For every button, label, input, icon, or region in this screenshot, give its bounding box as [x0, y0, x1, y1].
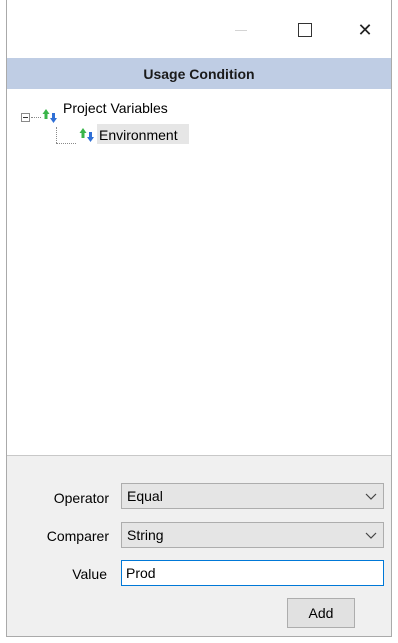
variable-icon: [79, 128, 94, 142]
close-icon: ✕: [357, 19, 373, 40]
operator-label: Operator: [53, 490, 109, 506]
variables-icon: [42, 109, 57, 123]
value-input[interactable]: [122, 561, 370, 585]
comparer-label: Comparer: [46, 528, 109, 544]
variables-tree[interactable]: Project Variables Environment: [7, 89, 391, 456]
tree-collapse-toggle[interactable]: [21, 113, 30, 122]
panel-header: Usage Condition: [7, 58, 391, 89]
operator-value: Equal: [127, 488, 163, 504]
value-field-box: [121, 560, 384, 586]
add-button-label: Add: [308, 605, 334, 621]
maximize-icon: [298, 23, 312, 37]
comparer-dropdown[interactable]: String: [121, 522, 384, 548]
comparer-value: String: [127, 527, 164, 543]
title-bar: ✕: [7, 0, 391, 58]
tree-connector: [56, 127, 57, 143]
panel-header-title: Usage Condition: [143, 65, 255, 82]
minimize-button[interactable]: [223, 12, 259, 48]
tree-connector: [56, 143, 76, 144]
maximize-button[interactable]: [287, 12, 323, 48]
chevron-down-icon: [365, 532, 377, 539]
tree-node-label: Project Variables: [63, 100, 168, 116]
usage-condition-window: ✕ Usage Condition Project Variables Envi…: [6, 0, 392, 637]
chevron-down-icon: [365, 493, 377, 500]
minimize-icon: [235, 29, 247, 31]
operator-dropdown[interactable]: Equal: [121, 483, 384, 509]
add-button[interactable]: Add: [287, 598, 355, 628]
value-label: Value: [72, 566, 107, 582]
close-button[interactable]: ✕: [347, 12, 383, 48]
tree-node-label: Environment: [99, 127, 178, 143]
tree-connector: [31, 117, 41, 118]
